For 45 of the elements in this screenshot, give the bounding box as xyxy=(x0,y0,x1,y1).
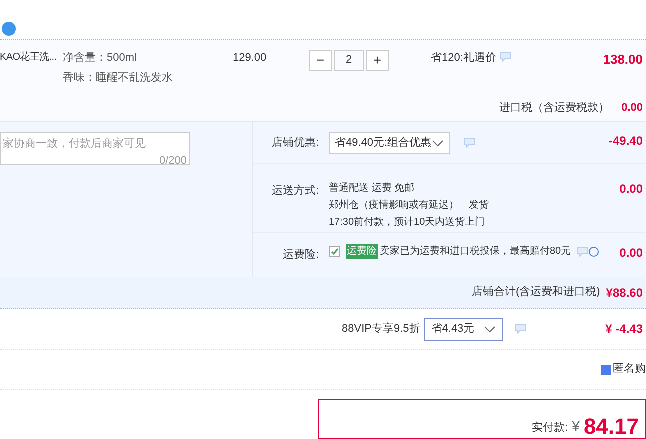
vip-label: 88VIP专享9.5折 xyxy=(342,322,420,337)
chat-icon[interactable] xyxy=(464,138,476,148)
quantity-field[interactable]: 2 xyxy=(334,50,364,71)
option-amount: -49.40 xyxy=(608,133,643,150)
option-label: 运送方式: xyxy=(270,184,320,200)
option-label: 店铺优惠: xyxy=(270,136,320,152)
caret-icon xyxy=(484,326,496,333)
product-name[interactable]: KAO花王洗... xyxy=(0,50,60,65)
minus-button[interactable]: − xyxy=(309,50,332,71)
insurance-text: 卖家已为运费和进口税投保，最高赔付80元 xyxy=(380,244,572,260)
payment-amount: 84.17 xyxy=(584,416,639,438)
message-placeholder: 家协商一致，付款后商家可见 xyxy=(3,136,147,152)
product-spec: 香味：睡醒不乱洗发水 xyxy=(63,70,174,86)
unit-price: 129.00 xyxy=(233,50,268,66)
help-icon[interactable] xyxy=(589,246,600,257)
check-icon xyxy=(330,248,338,256)
chat-icon[interactable] xyxy=(515,324,528,334)
discount-select[interactable]: 省49.40元:组合优惠 xyxy=(329,132,450,154)
subtotal: 138.00 xyxy=(603,50,644,69)
option-amount: 0.00 xyxy=(620,245,643,262)
bubble-icon xyxy=(2,22,16,36)
promo-text: 省120:礼遇价 xyxy=(431,50,496,66)
shipping-info: 17:30前付款，预计10天内送货上门 xyxy=(329,216,486,230)
checkbox[interactable] xyxy=(329,246,340,258)
chat-icon[interactable] xyxy=(500,52,512,62)
import-tax-label: 进口税（含运费税款） xyxy=(500,100,610,116)
option-label: 运费险: xyxy=(282,248,320,264)
insurance-tag: 运费险 xyxy=(346,244,378,260)
vip-value: 省4.43元 xyxy=(431,322,475,337)
shipping-info: 普通配送 运费 免邮 xyxy=(329,182,416,196)
shipping-info: 郑州仓（疫情影响或有延迟） 发货 xyxy=(329,198,489,214)
product-spec: 净含量：500ml xyxy=(63,50,138,66)
anonymous-checkbox[interactable] xyxy=(601,364,611,375)
anonymous-label: 匿名购 xyxy=(613,362,646,378)
shop-total-label: 店铺合计(含运费和进口税) xyxy=(472,284,600,300)
option-amount: 0.00 xyxy=(620,181,643,198)
payment-label: 实付款: xyxy=(532,420,568,436)
currency-symbol: ¥ xyxy=(572,416,580,436)
vip-amount: ¥ -4.43 xyxy=(606,321,643,338)
discount-value: 省49.40元:组合优惠 xyxy=(335,136,432,152)
caret-icon xyxy=(432,140,444,147)
shop-total-value: ¥88.60 xyxy=(606,284,643,302)
plus-button[interactable]: + xyxy=(366,50,389,71)
import-tax-value: 0.00 xyxy=(622,100,643,116)
vip-select[interactable]: 省4.43元 xyxy=(424,318,504,341)
